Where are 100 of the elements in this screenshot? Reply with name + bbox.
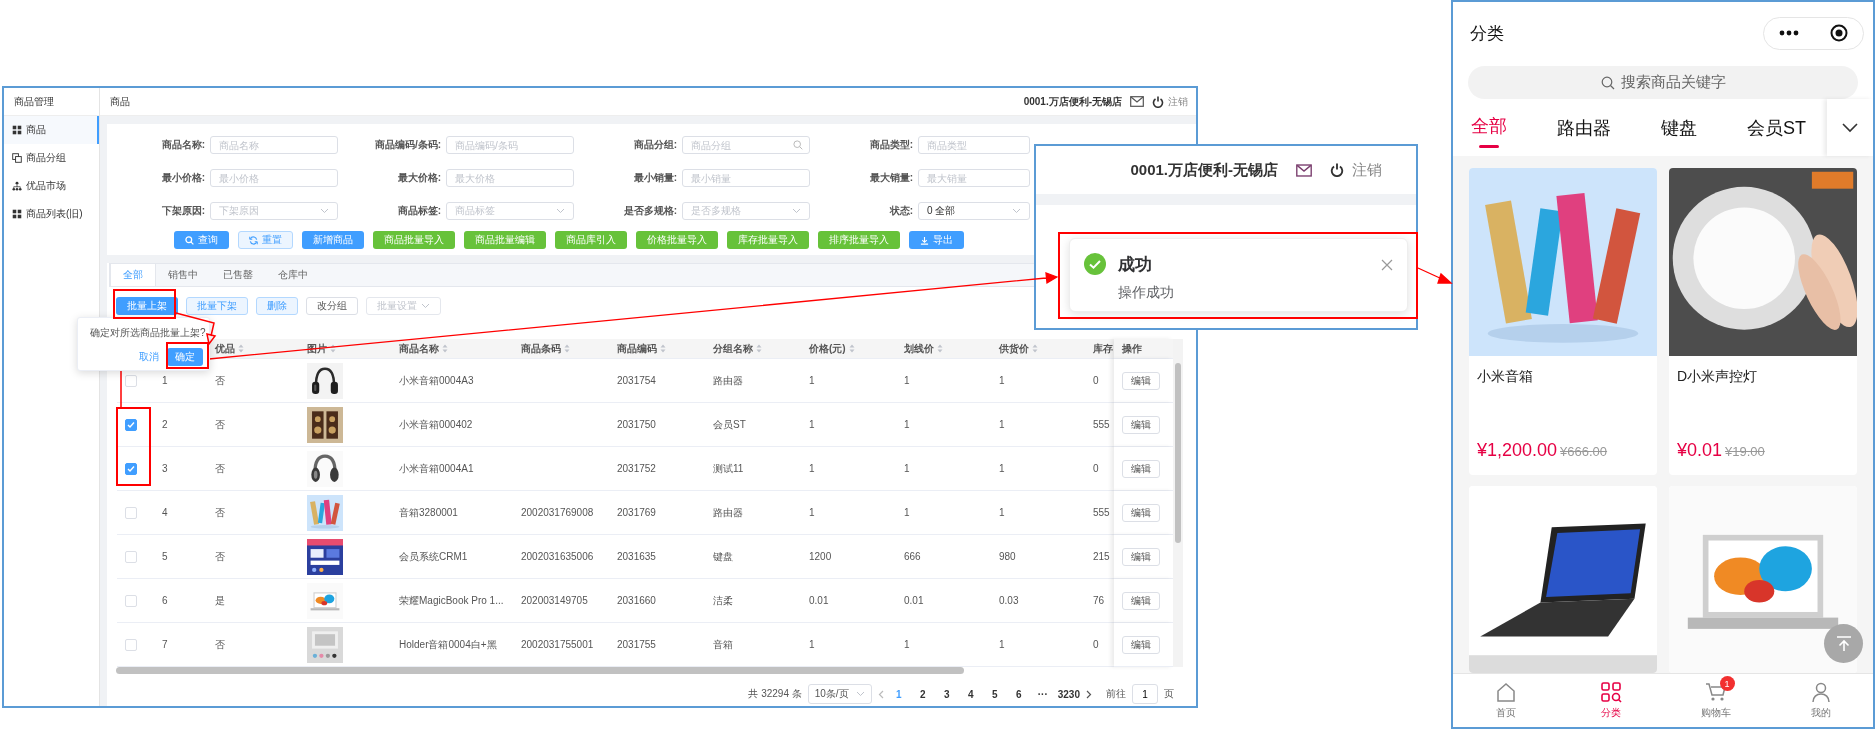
page-field[interactable]: 1: [1132, 684, 1158, 704]
field-label: 最大销量:: [868, 171, 913, 185]
column-header[interactable]: 划线价: [896, 339, 991, 359]
table-cell: 2031635: [617, 551, 656, 562]
column-header[interactable]: 商品编码: [609, 339, 705, 359]
page-link[interactable]: 2: [913, 688, 932, 700]
table-cell: 0.01: [904, 595, 924, 606]
tab-bar-item[interactable]: 分类: [1558, 674, 1663, 727]
table-cell: 否: [215, 417, 225, 432]
original-price: ¥666.00: [1560, 444, 1608, 459]
table-cell: 1: [904, 463, 910, 474]
field-label: 下架原因:: [160, 204, 205, 218]
table-cell: 76: [1093, 595, 1105, 606]
edit-button[interactable]: 编辑: [1122, 547, 1160, 566]
table-cell: 1: [999, 375, 1005, 386]
sidebar-item[interactable]: 商品列表(旧): [4, 200, 99, 228]
table-cell: 1: [809, 375, 815, 386]
table-cell: 测试11: [713, 461, 744, 476]
field-label: 商品类型:: [868, 138, 913, 152]
edit-button[interactable]: 编辑: [1122, 635, 1160, 654]
table-cell: 1: [809, 419, 815, 430]
table-cell: 0: [1093, 639, 1099, 650]
table-cell: 2002031635006: [521, 551, 594, 562]
category-tab[interactable]: 键盘: [1661, 99, 1697, 156]
page-link[interactable]: 4: [961, 688, 980, 700]
select-field[interactable]: 0 全部: [918, 202, 1030, 220]
edit-button[interactable]: 编辑: [1122, 503, 1160, 522]
field-label: 最小销量:: [632, 171, 677, 185]
tab-bar-item[interactable]: 我的: [1768, 674, 1873, 727]
product-card[interactable]: D小米声控灯 ¥0.01 ¥19.00: [1669, 168, 1857, 475]
page-size-select[interactable]: 10条/页: [807, 684, 872, 704]
table-cell: 1: [999, 507, 1005, 518]
goto-label: 前往: [1106, 687, 1126, 701]
sidebar-item[interactable]: 商品: [4, 116, 99, 144]
table-cell: 1: [904, 419, 910, 430]
sidebar-item[interactable]: 优品市场: [4, 172, 99, 200]
original-price: ¥19.00: [1725, 444, 1765, 459]
store-name: 0001.万店便利-无锡店: [1130, 160, 1278, 180]
table-cell: 2031750: [617, 419, 656, 430]
field-label: 商品名称:: [160, 138, 205, 152]
edit-button[interactable]: 编辑: [1122, 591, 1160, 610]
table-cell: 2: [162, 419, 168, 430]
tab-bar-item[interactable]: 首页: [1453, 674, 1558, 727]
notification-message: 操作成功: [1118, 284, 1175, 302]
edit-button[interactable]: 编辑: [1122, 459, 1160, 478]
action-button[interactable]: 改分组: [306, 297, 358, 315]
tab[interactable]: 已售罄: [211, 264, 266, 286]
table-cell: 555: [1093, 419, 1110, 430]
page-link[interactable]: ···: [1033, 688, 1052, 700]
product-price: ¥1,200.00: [1477, 440, 1558, 461]
count-badge: 1: [1719, 676, 1735, 691]
product-card[interactable]: 小米音箱 ¥1,200.00 ¥666.00: [1469, 168, 1657, 475]
table-cell: 小米音箱0004A3: [399, 373, 474, 388]
logout-link[interactable]: 注销: [1168, 94, 1188, 109]
table-cell: 3: [162, 463, 168, 474]
product-name: D小米声控灯: [1676, 367, 1759, 386]
edit-button[interactable]: 编辑: [1122, 371, 1160, 390]
tab[interactable]: 销售中: [156, 264, 211, 286]
edit-button[interactable]: 编辑: [1122, 415, 1160, 434]
table-cell: 980: [999, 551, 1016, 562]
table-cell: 0.01: [809, 595, 829, 606]
column-header[interactable]: 分组名称: [705, 339, 801, 359]
logout-link[interactable]: 注销: [1352, 160, 1382, 180]
page-link[interactable]: 5: [985, 688, 1004, 700]
table-cell: 小米音箱000402: [399, 417, 473, 432]
field-label: 状态:: [888, 204, 913, 218]
column-header[interactable]: 优品: [207, 339, 299, 359]
table-cell: 7: [162, 639, 168, 650]
table-cell: 2031754: [617, 375, 656, 386]
breadcrumb: 商品: [110, 94, 130, 109]
confirm-message: 确定对所选商品批量上架?: [90, 326, 206, 340]
table-cell: 4: [162, 507, 168, 518]
table-cell: 荣耀MagicBook Pro 1...: [399, 593, 504, 608]
table-cell: 1: [809, 507, 815, 518]
category-tab[interactable]: 路由器: [1557, 99, 1611, 156]
table-cell: 否: [215, 461, 225, 476]
table-cell: 音箱: [713, 637, 733, 652]
field-label: 最大价格:: [396, 171, 441, 185]
tab-bar-item[interactable]: 购物车 1: [1663, 674, 1768, 727]
page-link[interactable]: 3230: [1057, 688, 1080, 700]
page-unit: 页: [1164, 687, 1174, 701]
column-header[interactable]: 供货价: [991, 339, 1087, 359]
table-cell: 会员系统CRM1: [399, 549, 468, 564]
table-cell: 1: [999, 419, 1005, 430]
search-field[interactable]: 搜索商品关键字: [1468, 66, 1858, 99]
table-cell: 否: [215, 549, 225, 564]
category-tab[interactable]: 全部: [1471, 99, 1507, 156]
category-tab[interactable]: 会员ST: [1747, 99, 1806, 156]
total-count: 共 32294 条: [748, 687, 802, 701]
column-header: 库存: [1087, 339, 1114, 359]
column-header[interactable]: 价格(元): [801, 339, 896, 359]
page-link[interactable]: 6: [1009, 688, 1028, 700]
table-cell: 1200: [809, 551, 832, 562]
column-header[interactable]: 商品条码: [513, 339, 609, 359]
table-cell: 1: [809, 639, 815, 650]
product-price: ¥0.01: [1677, 440, 1723, 461]
page-link[interactable]: 3: [937, 688, 956, 700]
tab[interactable]: 仓库中: [266, 264, 321, 286]
sidebar-item[interactable]: 商品分组: [4, 144, 99, 172]
column-header[interactable]: 商品名称: [391, 339, 513, 359]
